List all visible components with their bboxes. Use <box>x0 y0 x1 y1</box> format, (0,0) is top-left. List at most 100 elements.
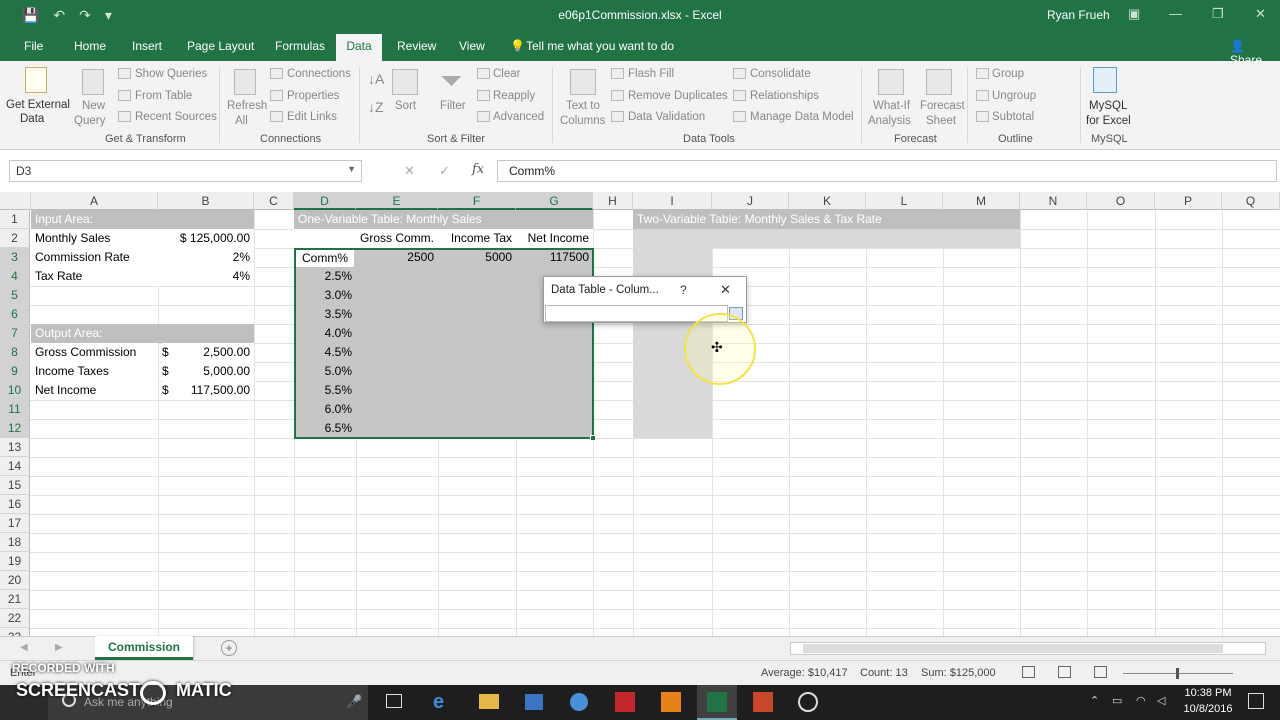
row-header[interactable]: 16 <box>0 495 30 514</box>
row-header[interactable]: 23 <box>0 628 30 636</box>
chrome-icon[interactable] <box>570 693 588 711</box>
from-table-button[interactable]: From Table <box>135 90 192 102</box>
manage-data-model-button[interactable]: Manage Data Model <box>750 111 854 123</box>
power-icon[interactable]: ▭ <box>1112 694 1122 707</box>
tab-view[interactable]: View <box>459 39 485 53</box>
cell-f2[interactable]: Income Tax <box>438 229 516 248</box>
sort-button[interactable]: Sort <box>395 100 416 112</box>
settings-app-icon[interactable] <box>661 692 681 712</box>
row-header[interactable]: 2 <box>0 229 30 248</box>
reapply-button[interactable]: Reapply <box>493 90 535 102</box>
show-queries-button[interactable]: Show Queries <box>135 68 207 80</box>
what-if-analysis-button[interactable]: What-If <box>873 100 910 112</box>
column-header-i[interactable]: I <box>633 192 712 210</box>
sort-za-icon[interactable]: ↓Z <box>368 99 384 115</box>
cell-d1[interactable]: One-Variable Table: Monthly Sales <box>294 210 593 229</box>
row-header[interactable]: 20 <box>0 571 30 590</box>
column-header-f[interactable]: F <box>438 192 516 210</box>
connections-button[interactable]: Connections <box>287 68 351 80</box>
row-header[interactable]: 15 <box>0 476 30 495</box>
column-header-m[interactable]: M <box>943 192 1020 210</box>
two-var-row2[interactable] <box>633 229 1020 248</box>
add-sheet-icon[interactable]: + <box>221 640 237 656</box>
text-to-columns-button[interactable]: Text to <box>566 100 600 112</box>
file-explorer-icon[interactable] <box>479 694 499 709</box>
scroll-left-icon[interactable]: ◀ <box>20 642 28 653</box>
row-header[interactable]: 22 <box>0 609 30 628</box>
properties-button[interactable]: Properties <box>287 90 339 102</box>
row-header[interactable]: 5 <box>0 286 30 305</box>
ungroup-button[interactable]: Ungroup <box>992 90 1036 102</box>
close-window-icon[interactable]: ✕ <box>1255 6 1266 22</box>
row-header[interactable]: 6 <box>0 305 30 324</box>
clear-button[interactable]: Clear <box>493 68 520 80</box>
row-header[interactable]: 1 <box>0 210 30 229</box>
row-header[interactable]: 4 <box>0 267 30 286</box>
page-layout-view-icon[interactable] <box>1058 666 1071 678</box>
row-header[interactable]: 13 <box>0 438 30 457</box>
row-header[interactable]: 10 <box>0 381 30 400</box>
row-header[interactable]: 9 <box>0 362 30 381</box>
cell-a7[interactable]: Output Area: <box>31 324 254 343</box>
sort-az-icon[interactable]: ↓A <box>368 71 384 87</box>
page-break-view-icon[interactable] <box>1094 666 1107 678</box>
column-header-c[interactable]: C <box>254 192 294 210</box>
normal-view-icon[interactable] <box>1022 666 1035 678</box>
column-header-q[interactable]: Q <box>1222 192 1280 210</box>
subtotal-button[interactable]: Subtotal <box>992 111 1034 123</box>
data-validation-button[interactable]: Data Validation <box>628 111 705 123</box>
group-button[interactable]: Group <box>992 68 1024 80</box>
ribbon-display-icon[interactable]: ▣ <box>1128 6 1140 22</box>
column-header-b[interactable]: B <box>158 192 254 210</box>
refresh-all-button[interactable]: Refresh <box>227 100 267 112</box>
row-header[interactable]: 14 <box>0 457 30 476</box>
fill-handle[interactable] <box>590 435 596 441</box>
cell-b10[interactable]: 117,500.00 <box>176 381 254 400</box>
chevron-down-icon[interactable]: ▼ <box>347 164 356 174</box>
volume-icon[interactable]: ◁ <box>1157 694 1165 707</box>
action-center-icon[interactable] <box>1248 693 1264 709</box>
forecast-sheet-button[interactable]: Forecast <box>920 100 965 112</box>
column-header-n[interactable]: N <box>1020 192 1087 210</box>
flash-fill-button[interactable]: Flash Fill <box>628 68 674 80</box>
cell-i1[interactable]: Two-Variable Table: Monthly Sales & Tax … <box>633 210 1020 229</box>
help-icon[interactable]: ? <box>680 283 687 297</box>
tab-home[interactable]: Home <box>74 39 106 53</box>
row-header[interactable]: 11 <box>0 400 30 419</box>
formula-input[interactable]: Comm% <box>497 160 1277 182</box>
cell-a3[interactable]: Commission Rate <box>31 248 158 267</box>
row-header[interactable]: 8 <box>0 343 30 362</box>
cell-a1[interactable]: Input Area: <box>31 210 254 229</box>
row-header[interactable]: 19 <box>0 552 30 571</box>
column-header-p[interactable]: P <box>1155 192 1222 210</box>
cell-a10[interactable]: Net Income <box>31 381 158 400</box>
column-header-l[interactable]: L <box>866 192 943 210</box>
name-box[interactable]: D3 ▼ <box>9 160 362 182</box>
minimize-icon[interactable]: — <box>1169 6 1182 21</box>
restore-icon[interactable]: ❐ <box>1212 6 1224 22</box>
user-name[interactable]: Ryan Frueh <box>1047 8 1110 22</box>
tab-data[interactable]: Data <box>336 34 382 61</box>
cell-b2[interactable]: $ 125,000.00 <box>158 229 254 248</box>
edge-icon[interactable]: e <box>433 691 444 714</box>
sheet-tab-commission[interactable]: Commission <box>95 636 193 660</box>
cell-b4[interactable]: 4% <box>158 267 254 286</box>
column-header-e[interactable]: E <box>356 192 438 210</box>
task-view-icon[interactable] <box>386 694 402 708</box>
tab-formulas[interactable]: Formulas <box>275 39 325 53</box>
scrollbar-thumb[interactable] <box>803 644 1223 653</box>
worksheet-grid[interactable]: A B C D E F G H I J K L M N O P Q 1 2 3 … <box>0 192 1280 636</box>
advanced-button[interactable]: Advanced <box>493 111 544 123</box>
powerpoint-icon[interactable] <box>753 692 773 712</box>
cell-e2[interactable]: Gross Comm. <box>356 229 438 248</box>
enter-icon[interactable]: ✓ <box>439 163 450 179</box>
consolidate-button[interactable]: Consolidate <box>750 68 811 80</box>
row-header[interactable]: 3 <box>0 248 30 267</box>
column-header-d[interactable]: D <box>294 192 356 210</box>
column-header-o[interactable]: O <box>1087 192 1155 210</box>
cell-a8[interactable]: Gross Commission <box>31 343 158 362</box>
column-header-a[interactable]: A <box>31 192 158 210</box>
tell-me-box[interactable]: Tell me what you want to do <box>526 39 674 53</box>
wifi-icon[interactable]: ◠ <box>1136 694 1146 707</box>
tab-review[interactable]: Review <box>397 39 436 53</box>
